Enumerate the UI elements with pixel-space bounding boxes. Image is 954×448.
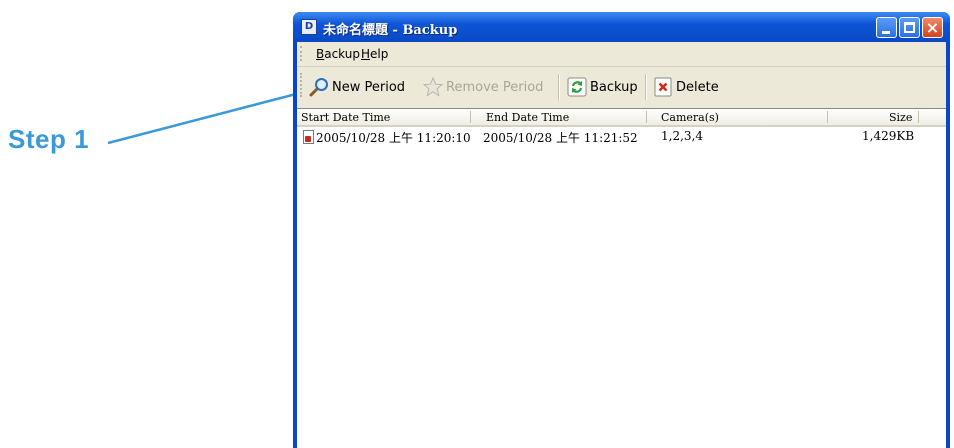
app-icon[interactable]: D [301,19,317,35]
refresh-icon [567,77,587,97]
backup-button[interactable]: Backup [567,76,638,98]
menu-help[interactable]: Help [361,47,388,61]
toolbar-separator [558,74,560,100]
minimize-button[interactable] [876,17,897,38]
toolbar-grip[interactable] [300,73,305,97]
minimize-icon [882,31,890,34]
backup-label: Backup [590,79,638,95]
column-divider[interactable] [470,111,471,123]
close-icon: × [925,18,940,37]
column-divider[interactable] [918,111,919,123]
magnifier-icon [309,78,328,97]
delete-x-icon [654,77,672,97]
column-divider[interactable] [827,111,828,123]
close-button[interactable]: × [922,17,943,38]
window-title: 未命名標題 - Backup [323,23,458,38]
column-header-size[interactable]: Size [889,111,912,125]
menu-backup[interactable]: Backup [316,47,360,61]
maximize-icon [904,22,915,33]
delete-button[interactable]: Delete [653,76,719,98]
cell-start: 2005/10/28 上午 11:20:10 [316,131,471,145]
backup-list[interactable]: Start Date Time End Date Time Camera(s) … [297,108,946,448]
new-period-label: New Period [332,79,406,95]
cell-size: 1,429KB [862,129,915,143]
column-header-start[interactable]: Start Date Time [301,111,390,125]
cell-end: 2005/10/28 上午 11:21:52 [483,131,638,145]
title-bar[interactable]: D 未命名標題 - Backup × [293,12,950,42]
window-client-area: Backup Help New Period Remove Period Bac… [297,42,946,448]
column-header-cameras[interactable]: Camera(s) [661,111,719,125]
new-period-button[interactable]: New Period [309,76,405,98]
column-divider[interactable] [646,111,647,123]
list-header: Start Date Time End Date Time Camera(s) … [297,109,946,127]
delete-label: Delete [676,79,719,95]
file-icon [303,130,314,144]
cell-cameras: 1,2,3,4 [661,129,703,143]
table-row[interactable]: 2005/10/28 上午 11:20:10 2005/10/28 上午 11:… [297,129,946,145]
toolbar-separator [645,74,647,100]
column-header-end[interactable]: End Date Time [486,111,569,125]
star-icon [423,77,443,97]
backup-window: D 未命名標題 - Backup × Backup Help New Perio… [293,12,950,448]
maximize-button[interactable] [899,17,920,38]
remove-period-label: Remove Period [446,79,544,95]
menu-bar: Backup Help [297,42,946,66]
remove-period-button[interactable]: Remove Period [423,76,543,98]
toolbar: New Period Remove Period Backup Delete [297,66,946,105]
menubar-grip[interactable] [300,46,305,61]
